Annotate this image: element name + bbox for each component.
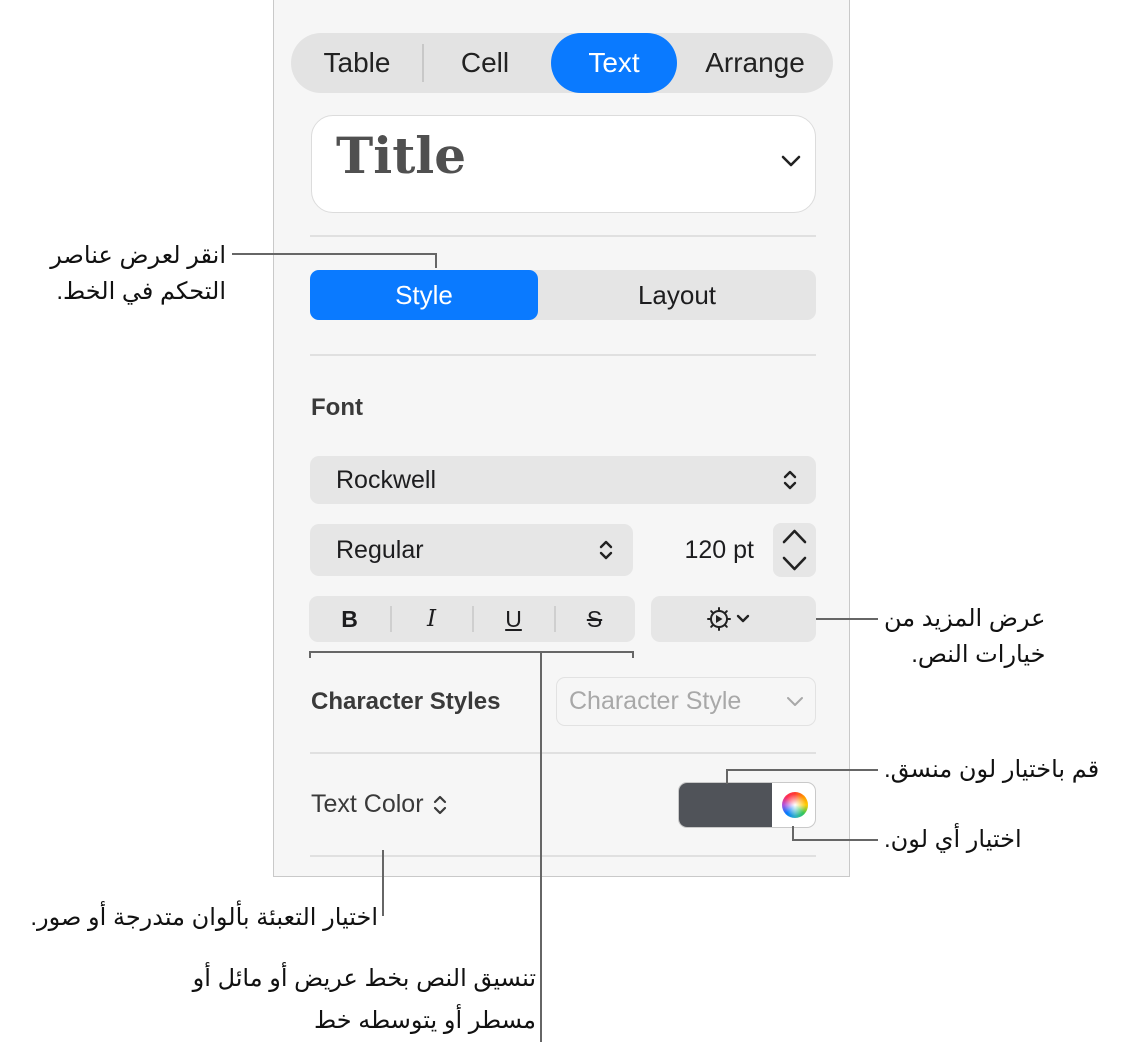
callout-more-options: عرض المزيد من خيارات النص. [884, 601, 1045, 673]
callout-text: انقر لعرض عناصر [50, 242, 226, 269]
callout-font-controls: انقر لعرض عناصر التحكم في الخط. [30, 238, 226, 310]
callout-text: خيارات النص. [911, 641, 1046, 668]
callout-any-color: اختيار أي لون. [884, 826, 1022, 853]
callout-text: التحكم في الخط. [56, 278, 226, 305]
callout-text: تنسيق النص بخط عريض أو مائل أو [192, 965, 536, 992]
callout-text: عرض المزيد من [884, 605, 1046, 632]
callout-format-text: تنسيق النص بخط عريض أو مائل أو مسطر أو ي… [160, 958, 536, 1042]
callout-text: مسطر أو يتوسطه خط [313, 1007, 536, 1034]
callout-matching-color: قم باختيار لون منسق. [884, 756, 1100, 783]
callout-leader-lines [232, 253, 878, 1042]
callout-fill-options: اختيار التعبئة بألوان متدرجة أو صور. [30, 904, 378, 931]
